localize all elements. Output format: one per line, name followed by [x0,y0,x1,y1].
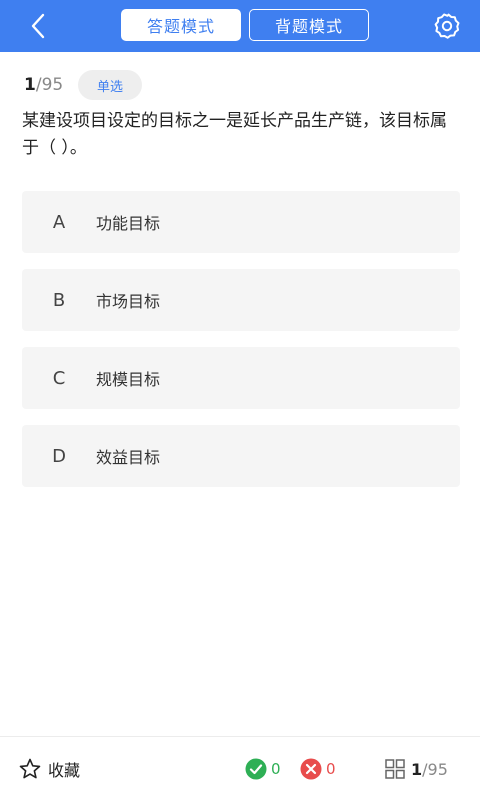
bottom-bar: 收藏 0 0 1/95 [0,736,480,800]
mode-tabs: 答题模式 背题模式 [121,9,369,41]
question-type-badge: 单选 [78,70,142,100]
question-progress: 1/95 [24,74,63,96]
footer-total-count: 95 [427,759,448,779]
answer-card-grid-icon [385,759,405,779]
correct-count-value: 0 [271,760,281,778]
option-letter: C [52,367,66,389]
settings-button[interactable] [431,10,463,42]
cross-circle-icon [300,758,322,780]
answer-card-button[interactable]: 1/95 [384,758,448,780]
option-text: 规模目标 [96,370,161,389]
back-button[interactable] [22,10,54,42]
option-b[interactable]: B 市场目标 [22,269,460,331]
question-text: 某建设项目设定的目标之一是延长产品生产链，该目标属于（ ）。 [22,111,447,158]
tab-answer-mode[interactable]: 答题模式 [121,9,241,41]
options-list: A 功能目标 B 市场目标 C 规模目标 D 效益目标 [22,191,460,503]
gear-icon [434,13,460,39]
option-letter: A [52,211,66,233]
option-text: 市场目标 [96,292,161,311]
favorite-button[interactable]: 收藏 [18,757,80,781]
top-bar: 答题模式 背题模式 [0,0,480,52]
favorite-label: 收藏 [48,761,81,780]
option-a[interactable]: A 功能目标 [22,191,460,253]
option-letter: D [52,445,66,467]
star-outline-icon [19,758,41,779]
correct-count: 0 [245,758,281,780]
wrong-count: 0 [300,758,336,780]
footer-current-number: 1 [411,759,423,779]
option-text: 功能目标 [96,214,161,233]
wrong-count-value: 0 [326,760,336,778]
option-c[interactable]: C 规模目标 [22,347,460,409]
tab-recite-mode[interactable]: 背题模式 [249,9,369,41]
option-text: 效益目标 [96,448,161,467]
option-letter: B [52,289,66,311]
check-circle-icon [245,758,267,780]
chevron-left-icon [31,13,45,39]
total-question-count: 95 [41,75,64,95]
current-question-number: 1 [24,75,36,95]
option-d[interactable]: D 效益目标 [22,425,460,487]
